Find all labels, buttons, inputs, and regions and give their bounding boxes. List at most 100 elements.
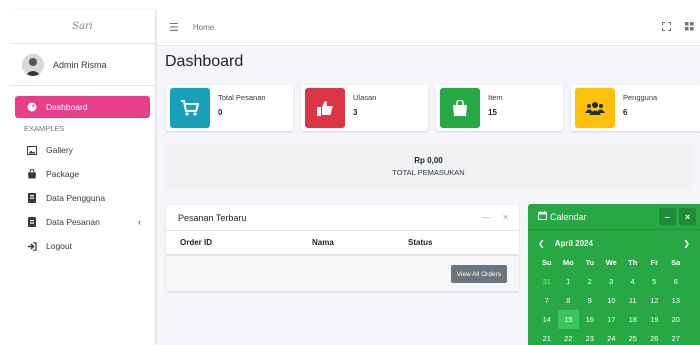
- sidebar-item-label: Dashboard: [46, 102, 88, 112]
- day-of-week: Sa: [671, 258, 681, 267]
- calendar-day[interactable]: 24: [601, 329, 623, 345]
- calendar-day[interactable]: 16: [579, 310, 601, 329]
- users-icon: [575, 88, 615, 128]
- book-icon: [26, 217, 38, 227]
- sidebar-item-logout[interactable]: Logout: [10, 234, 155, 258]
- sidebar-item-gallery[interactable]: Gallery: [10, 138, 155, 162]
- stat-label: Pengguna: [623, 93, 658, 102]
- sidebar-item-data-pesanan[interactable]: Data Pesanan ‹: [10, 210, 155, 234]
- stat-label: Ulasan: [353, 93, 377, 102]
- day-of-week: Tu: [585, 258, 595, 267]
- brand-logo[interactable]: Sari: [10, 10, 155, 44]
- sign-out-icon: [26, 241, 38, 251]
- stat-label: Item: [488, 93, 503, 102]
- calendar-day[interactable]: 6: [665, 272, 687, 291]
- main-content: Dashboard Total Pesanan 0 Ulasan 3 Item …: [157, 47, 700, 345]
- sidebar-item-data-pengguna[interactable]: Data Pengguna: [10, 186, 155, 210]
- calendar-day[interactable]: 17: [601, 310, 623, 329]
- stat-value: 3: [353, 108, 358, 117]
- calendar-day[interactable]: 19: [644, 310, 666, 329]
- sidebar-item-dashboard[interactable]: Dashboard: [15, 96, 150, 118]
- card-footer: View All Orders: [166, 255, 519, 291]
- total-income-box: Rp 0,00 TOTAL PEMASUKAN: [165, 143, 692, 189]
- fullscreen-icon[interactable]: [662, 22, 671, 33]
- day-of-week: Fr: [650, 258, 659, 267]
- total-label: TOTAL PEMASUKAN: [392, 167, 465, 177]
- dashboard-icon: [26, 102, 38, 112]
- nav-home-link[interactable]: Home: [193, 23, 214, 32]
- calendar-day[interactable]: 12: [644, 291, 666, 310]
- prev-month-icon[interactable]: ❮: [538, 239, 545, 248]
- calendar-day[interactable]: 20: [665, 310, 687, 329]
- day-of-week: Mo: [562, 258, 574, 267]
- day-of-week: Th: [628, 258, 638, 267]
- latest-orders-card: Pesanan Terbaru — ✕ Order ID Nama Status…: [166, 205, 519, 291]
- column-header: Order ID: [180, 238, 213, 247]
- calendar-day[interactable]: 5: [644, 272, 666, 291]
- calendar-day-today[interactable]: 15: [557, 310, 579, 329]
- column-header: Status: [408, 238, 433, 247]
- stat-value: 0: [218, 108, 223, 117]
- calendar-day[interactable]: 22: [558, 329, 580, 345]
- hamburger-menu-icon[interactable]: ☰: [169, 21, 179, 34]
- calendar-day[interactable]: 14: [536, 310, 558, 329]
- table-header: Order ID Nama Status: [166, 231, 519, 255]
- calendar-day[interactable]: 27: [665, 329, 687, 345]
- calendar-day[interactable]: 3: [601, 272, 623, 291]
- calendar-card: Calendar – × ❮ April 2024 ❯ Su Mo Tu We …: [528, 204, 700, 345]
- calendar-title: Calendar: [550, 211, 587, 222]
- stat-box-ulasan[interactable]: Ulasan 3: [301, 85, 428, 131]
- next-month-icon[interactable]: ❯: [683, 239, 690, 248]
- bag-icon: [440, 88, 480, 128]
- collapse-icon[interactable]: —: [482, 213, 490, 222]
- calendar-icon: [538, 211, 547, 222]
- calendar-day[interactable]: 21: [536, 329, 558, 345]
- calendar-day[interactable]: 13: [665, 291, 687, 310]
- calendar-grid: Su Mo Tu We Th Fr Sa 31 1 2 3 4 5 6 7 8 …: [528, 253, 700, 345]
- total-amount: Rp 0,00: [414, 155, 443, 165]
- user-name: Admin Risma: [53, 59, 107, 70]
- sidebar-item-label: Gallery: [46, 145, 73, 155]
- stat-label: Total Pesanan: [218, 93, 266, 102]
- calendar-day[interactable]: 23: [579, 329, 601, 345]
- calendar-day[interactable]: 2: [579, 272, 601, 291]
- calendar-day[interactable]: 1: [558, 272, 580, 291]
- top-strip: [0, 0, 700, 10]
- user-panel[interactable]: Admin Risma: [10, 44, 155, 86]
- day-of-week: Su: [541, 258, 552, 267]
- calendar-day[interactable]: 25: [622, 329, 644, 345]
- calendar-day[interactable]: 11: [622, 291, 644, 310]
- sidebar-item-label: Data Pengguna: [46, 193, 106, 203]
- stat-box-total-pesanan[interactable]: Total Pesanan 0: [166, 85, 293, 131]
- image-icon: [26, 145, 38, 155]
- sidebar-item-label: Logout: [46, 241, 72, 251]
- day-of-week: We: [605, 258, 617, 267]
- avatar: [22, 53, 44, 76]
- card-title: Pesanan Terbaru: [178, 212, 247, 223]
- column-header: Nama: [312, 238, 334, 247]
- stat-box-item[interactable]: Item 15: [436, 85, 563, 131]
- calendar-day[interactable]: 8: [558, 291, 580, 310]
- view-all-orders-button[interactable]: View All Orders: [450, 265, 507, 283]
- calendar-day[interactable]: 31: [536, 272, 558, 291]
- close-icon[interactable]: ✕: [502, 213, 509, 222]
- calendar-day[interactable]: 26: [644, 329, 666, 345]
- calendar-day[interactable]: 7: [536, 291, 558, 310]
- page-title: Dashboard: [165, 53, 244, 70]
- grid-apps-icon[interactable]: [685, 22, 694, 33]
- shopping-bag-icon: [26, 169, 38, 179]
- calendar-day[interactable]: 10: [601, 291, 623, 310]
- calendar-day[interactable]: 4: [622, 272, 644, 291]
- book-icon: [26, 193, 38, 203]
- close-button[interactable]: ×: [679, 208, 696, 225]
- cart-icon: [170, 88, 210, 128]
- stat-value: 6: [623, 108, 628, 117]
- sidebar-item-package[interactable]: Package: [10, 162, 155, 186]
- chevron-left-icon: ‹: [138, 217, 141, 227]
- stat-box-pengguna[interactable]: Pengguna 6: [571, 85, 700, 131]
- month-label[interactable]: April 2024: [555, 239, 593, 248]
- sidebar: Sari Admin Risma Dashboard EXAMPLES Gall…: [10, 10, 156, 345]
- collapse-button[interactable]: –: [659, 208, 676, 225]
- calendar-day[interactable]: 18: [622, 310, 644, 329]
- calendar-day[interactable]: 9: [579, 291, 601, 310]
